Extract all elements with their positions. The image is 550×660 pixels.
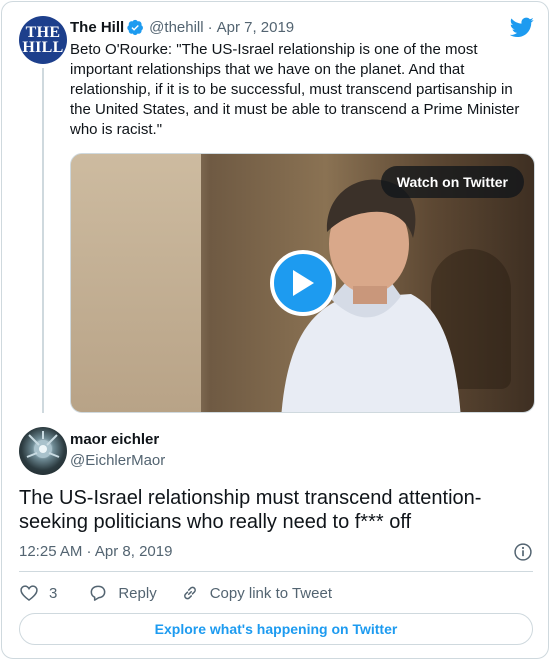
- reply-button[interactable]: Reply: [88, 583, 157, 603]
- avatar-text-line2: HILL: [22, 39, 64, 56]
- thread-line: [42, 68, 44, 413]
- link-icon: [183, 586, 196, 600]
- like-count: 3: [49, 584, 58, 602]
- author-handle[interactable]: @EichlerMaor: [70, 452, 165, 469]
- heart-icon: [20, 585, 38, 602]
- copy-link-button[interactable]: Copy link to Tweet: [180, 583, 332, 603]
- separator-dot: ·: [207, 18, 213, 36]
- embedded-tweet-card: THE HILL The Hill @thehill · Apr 7, 2019…: [1, 1, 549, 659]
- info-icon[interactable]: [513, 542, 533, 562]
- author-name[interactable]: maor eichler: [70, 431, 159, 448]
- tweet-timestamp[interactable]: 12:25 AM · Apr 8, 2019: [19, 543, 172, 560]
- twitter-bird-icon[interactable]: [510, 15, 534, 39]
- copy-link-label: Copy link to Tweet: [209, 584, 332, 602]
- explore-twitter-button[interactable]: Explore what's happening on Twitter: [19, 613, 533, 645]
- play-button[interactable]: [270, 250, 336, 316]
- author-name[interactable]: The Hill: [70, 19, 124, 36]
- avatar-image: [26, 431, 60, 458]
- avatar[interactable]: [19, 427, 67, 475]
- tweet-actions: 3 Reply Copy link to Tweet: [19, 582, 332, 604]
- avatar-text-line1: THE: [25, 24, 61, 41]
- divider: [19, 571, 533, 572]
- video-frame-background: [71, 154, 201, 412]
- tweet-text: The US-Israel relationship must transcen…: [19, 487, 482, 533]
- parent-tweet-header: The Hill @thehill · Apr 7, 2019: [70, 17, 294, 37]
- parent-tweet-text: Beto O'Rourke: "The US-Israel relationsh…: [70, 41, 520, 138]
- like-button[interactable]: 3: [19, 583, 57, 603]
- reply-label: Reply: [118, 584, 157, 602]
- tweet-date[interactable]: Apr 7, 2019: [217, 19, 295, 36]
- watch-on-twitter-button[interactable]: Watch on Twitter: [380, 166, 524, 198]
- reply-icon: [90, 585, 106, 601]
- play-icon: [293, 270, 314, 296]
- author-handle[interactable]: @thehill: [149, 19, 203, 36]
- video-thumbnail[interactable]: Watch on Twitter: [70, 153, 535, 413]
- avatar[interactable]: THE HILL: [19, 16, 67, 64]
- verified-badge-icon: [127, 19, 144, 35]
- parent-tweet[interactable]: THE HILL The Hill @thehill · Apr 7, 2019…: [2, 2, 548, 420]
